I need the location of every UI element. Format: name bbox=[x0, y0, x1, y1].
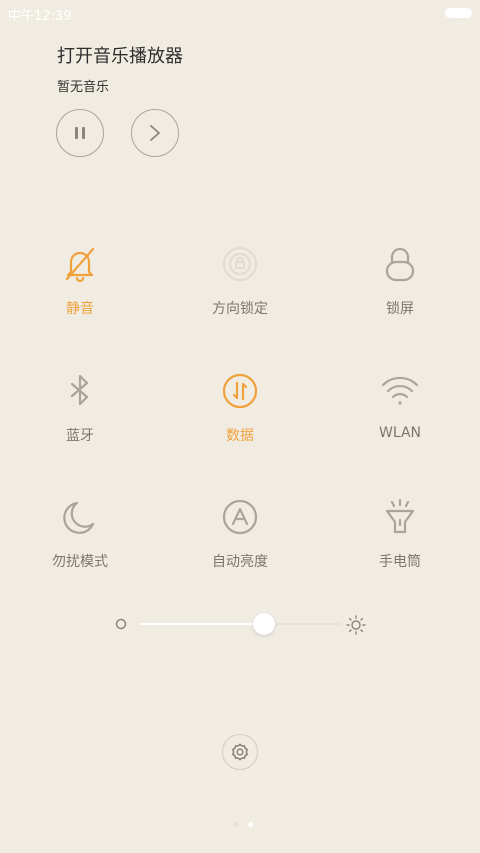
tile-rotation-lock-label: 方向锁定 bbox=[212, 301, 268, 317]
brightness-thumb[interactable] bbox=[253, 613, 275, 635]
tile-rotation-lock[interactable]: 方向锁定 bbox=[180, 244, 300, 318]
moon-icon bbox=[60, 497, 100, 537]
chevron-right-icon bbox=[150, 125, 160, 141]
pause-icon bbox=[75, 127, 85, 139]
tile-auto-brightness-label: 自动亮度 bbox=[212, 554, 268, 570]
tile-mute[interactable]: 静音 bbox=[20, 244, 140, 318]
page-indicator bbox=[232, 812, 255, 831]
tile-bluetooth[interactable]: 蓝牙 bbox=[20, 371, 140, 445]
tile-flashlight-label: 手电筒 bbox=[379, 554, 421, 570]
pause-button[interactable] bbox=[56, 109, 104, 157]
tile-lock-screen[interactable]: 锁屏 bbox=[340, 244, 460, 318]
auto-brightness-icon bbox=[220, 497, 260, 537]
brightness-track-fill bbox=[140, 623, 264, 625]
brightness-slider[interactable] bbox=[112, 610, 372, 640]
tile-wlan-label: WLAN bbox=[378, 425, 421, 441]
rotation-lock-icon bbox=[220, 244, 260, 284]
bell-off-icon bbox=[60, 244, 100, 284]
tile-do-not-disturb[interactable]: 勿扰模式 bbox=[20, 497, 140, 571]
brightness-low-icon bbox=[115, 618, 127, 630]
status-bar: 中午12:39 bbox=[0, 0, 480, 26]
next-button[interactable] bbox=[131, 109, 179, 157]
page-dot bbox=[234, 822, 239, 827]
music-subtitle: 暂无音乐 bbox=[57, 80, 110, 95]
tile-flashlight[interactable]: 手电筒 bbox=[340, 497, 460, 571]
wifi-icon bbox=[380, 371, 420, 411]
brightness-high-icon bbox=[346, 615, 366, 635]
battery-icon bbox=[445, 8, 472, 18]
lock-icon bbox=[380, 244, 420, 284]
settings-button[interactable] bbox=[222, 734, 258, 770]
bluetooth-icon bbox=[60, 371, 100, 411]
tile-mobile-data[interactable]: 数据 bbox=[180, 371, 300, 445]
status-time: 中午12:39 bbox=[8, 9, 72, 24]
brightness-track bbox=[264, 623, 340, 625]
gear-icon bbox=[232, 743, 248, 761]
tile-bluetooth-label: 蓝牙 bbox=[66, 428, 94, 444]
flashlight-icon bbox=[380, 497, 420, 537]
tile-mute-label: 静音 bbox=[66, 301, 94, 317]
tile-mobile-data-label: 数据 bbox=[226, 428, 254, 444]
mobile-data-icon bbox=[220, 371, 260, 411]
page-dot-active bbox=[248, 822, 254, 827]
tile-lock-screen-label: 锁屏 bbox=[386, 301, 414, 317]
tile-do-not-disturb-label: 勿扰模式 bbox=[52, 554, 108, 570]
tile-auto-brightness[interactable]: 自动亮度 bbox=[180, 497, 300, 571]
music-title[interactable]: 打开音乐播放器 bbox=[57, 42, 183, 68]
tile-wlan[interactable]: WLAN bbox=[340, 371, 460, 441]
music-widget[interactable]: 打开音乐播放器 暂无音乐 bbox=[57, 42, 183, 95]
